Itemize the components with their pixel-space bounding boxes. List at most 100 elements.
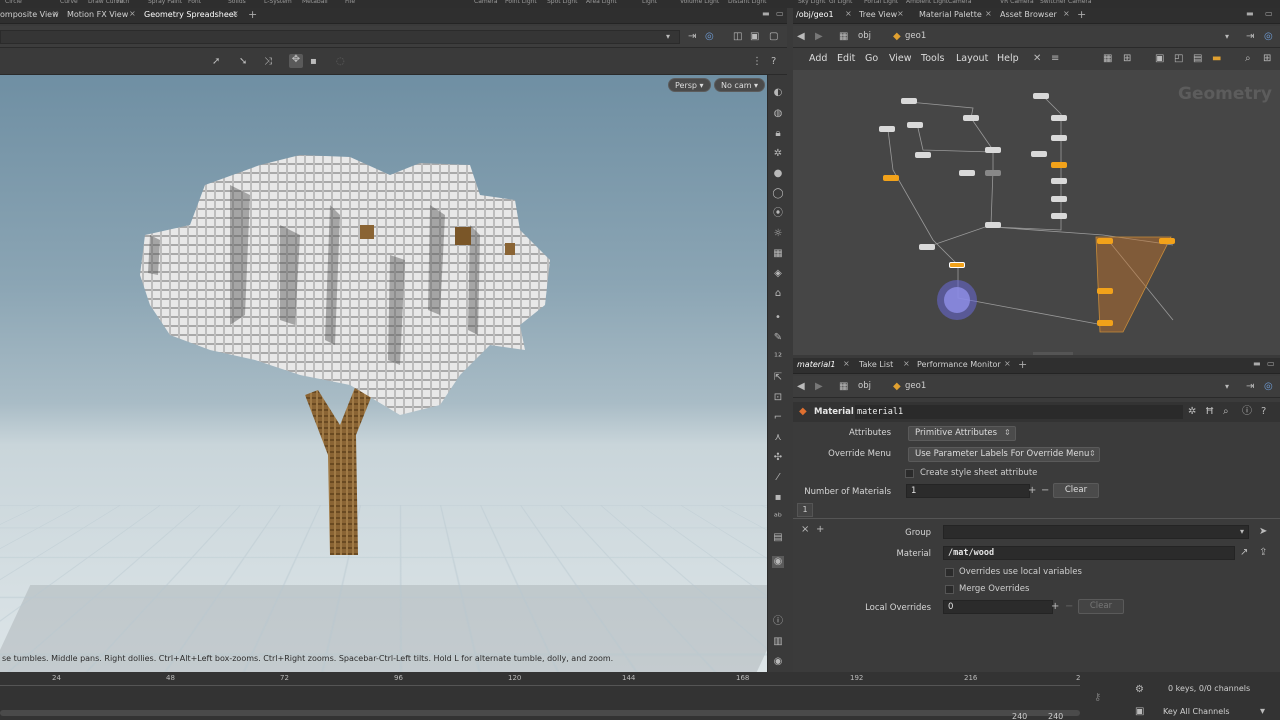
tab-motion-fx-view[interactable]: Motion FX View (67, 10, 128, 19)
shelf-tool[interactable]: File (345, 0, 355, 5)
channels-icon[interactable]: ⚙ (1135, 684, 1144, 696)
corner-icon[interactable]: ⌐ (772, 412, 784, 424)
menu-add[interactable]: Add (809, 53, 827, 64)
close-icon[interactable]: × (129, 9, 136, 18)
pane-menu-icon[interactable]: ▬ (1253, 359, 1261, 368)
network-scroll-handle[interactable] (1033, 352, 1073, 355)
add-icon[interactable]: + (1051, 601, 1059, 613)
network-node[interactable] (1051, 135, 1067, 141)
shelf-tool[interactable]: Camera (1068, 0, 1092, 5)
hda-icon[interactable]: Ħ (1205, 406, 1214, 418)
folder-icon[interactable]: ▬ (1212, 53, 1221, 65)
search-icon[interactable]: ⌕ (1245, 53, 1251, 65)
add-tab-icon[interactable]: + (1018, 358, 1027, 371)
menu-help[interactable]: Help (997, 53, 1019, 64)
brush-icon[interactable]: ✎ (772, 332, 784, 344)
close-icon[interactable]: × (1063, 9, 1070, 18)
network-node-orange[interactable] (1097, 320, 1113, 326)
grid-dots-icon[interactable]: ⊞ (1123, 53, 1131, 65)
chevron-down-icon[interactable]: ▾ (1225, 31, 1229, 43)
tab-material-palette[interactable]: Material Palette (919, 10, 982, 19)
tab-parameters[interactable]: material1 (797, 360, 835, 369)
node-name-field[interactable]: material1 (855, 405, 1183, 419)
dot-icon[interactable]: • (772, 312, 784, 324)
network-node[interactable] (985, 222, 1001, 228)
network-node[interactable] (919, 244, 935, 250)
network-editor[interactable]: Geometry (793, 70, 1280, 355)
maximize-pane-icon[interactable]: ▢ (769, 31, 778, 43)
pane-menu-icon[interactable]: ▬ (1246, 9, 1254, 18)
network-node-orange[interactable] (883, 175, 899, 181)
close-icon[interactable]: × (52, 9, 59, 18)
transform-handle-icon[interactable]: ⇱ (772, 372, 784, 384)
geometry-icon[interactable]: ✲ (772, 148, 784, 160)
view-tool-icon[interactable]: ✥ (289, 54, 303, 68)
abc-icon[interactable]: ᵃᵇ (772, 512, 784, 524)
shelf-tool[interactable]: Path (116, 0, 129, 5)
bbox-icon[interactable]: ▪ (772, 492, 784, 504)
multiparm-tab[interactable]: 1 (797, 503, 813, 517)
normals-icon[interactable]: ⋏ (772, 432, 784, 444)
grid-icon[interactable]: ▦ (772, 248, 784, 260)
shelf-tool[interactable]: Curve (60, 0, 78, 5)
group-field[interactable] (943, 525, 1249, 539)
network-node[interactable] (985, 170, 1001, 176)
frame-end-global[interactable]: 240 (1048, 712, 1063, 720)
shelf-tool[interactable]: L-System (264, 0, 292, 5)
lock-icon[interactable]: 🔒︎ (772, 128, 784, 140)
sticky-icon[interactable]: ◰ (1174, 53, 1183, 65)
transform-icon[interactable]: ⤨ (264, 56, 272, 68)
network-node[interactable] (1031, 151, 1047, 157)
pin-icon[interactable]: ⇥ (688, 31, 696, 43)
link-icon[interactable]: ◎ (1264, 381, 1273, 393)
gear-icon[interactable]: ✲ (1188, 406, 1196, 418)
back-icon[interactable]: ◀ (797, 381, 805, 393)
help-icon[interactable]: ? (1261, 406, 1266, 418)
close-icon[interactable]: × (1004, 359, 1011, 368)
network-node[interactable] (959, 170, 975, 176)
maximize-icon[interactable]: ▭ (776, 9, 784, 18)
scene-viewport[interactable]: Persp ▾ No cam ▾ (0, 75, 767, 672)
tab-tree-view[interactable]: Tree View (859, 10, 897, 19)
style-sheet-checkbox[interactable] (905, 469, 914, 478)
add-icon[interactable]: + (1028, 485, 1036, 497)
shelf-tool[interactable]: Camera (948, 0, 972, 5)
network-node-orange[interactable] (1097, 238, 1113, 244)
link-icon[interactable]: ◎ (705, 31, 714, 43)
image-icon[interactable]: ▤ (1193, 53, 1202, 65)
path-root[interactable]: obj (858, 31, 871, 41)
path-node[interactable]: geo1 (905, 31, 926, 41)
sphere-icon[interactable]: ● (772, 168, 784, 180)
local-overrides-field[interactable]: 0 (943, 600, 1053, 614)
display-icon[interactable]: ◐ (772, 87, 784, 99)
add-tab-icon[interactable]: + (1077, 8, 1086, 21)
wrench-icon[interactable]: ✕ (1033, 53, 1041, 65)
forward-icon[interactable]: ▶ (815, 381, 823, 393)
overrides-local-checkbox[interactable] (945, 568, 954, 577)
chevron-down-icon[interactable]: ▾ (1240, 526, 1244, 538)
frame-end[interactable]: 240 (1012, 712, 1027, 720)
menu-view[interactable]: View (889, 53, 912, 64)
persp-menu-button[interactable]: Persp ▾ (668, 78, 711, 92)
add-icon[interactable]: + (816, 524, 824, 536)
shelf-tool[interactable]: Metaball (302, 0, 328, 5)
shelf-tool[interactable]: Spot Light (547, 0, 578, 5)
layout-icon[interactable]: ◫ (733, 31, 742, 43)
network-node[interactable] (907, 122, 923, 128)
close-icon[interactable]: × (843, 359, 850, 368)
key-all-icon[interactable]: ▣ (1135, 706, 1144, 718)
point-icon[interactable]: ⦿ (772, 208, 784, 220)
network-box-icon[interactable]: ▣ (1155, 53, 1164, 65)
handle-icon[interactable]: ▪ (310, 56, 317, 68)
close-icon[interactable]: × (845, 9, 852, 18)
network-node[interactable] (1051, 115, 1067, 121)
close-icon[interactable]: × (897, 9, 904, 18)
search-icon[interactable]: ⌕ (1223, 406, 1229, 418)
path-root[interactable]: obj (858, 381, 871, 391)
shelf-tool[interactable]: Camera (474, 0, 498, 5)
material-path-field[interactable]: /mat/wood (943, 546, 1235, 560)
clear-overrides-button[interactable]: Clear (1078, 599, 1124, 614)
shelf-tool[interactable]: Switcher (1040, 0, 1066, 5)
snapshot-icon[interactable]: ▤ (772, 532, 784, 544)
camera-icon[interactable]: ◈ (772, 268, 784, 280)
